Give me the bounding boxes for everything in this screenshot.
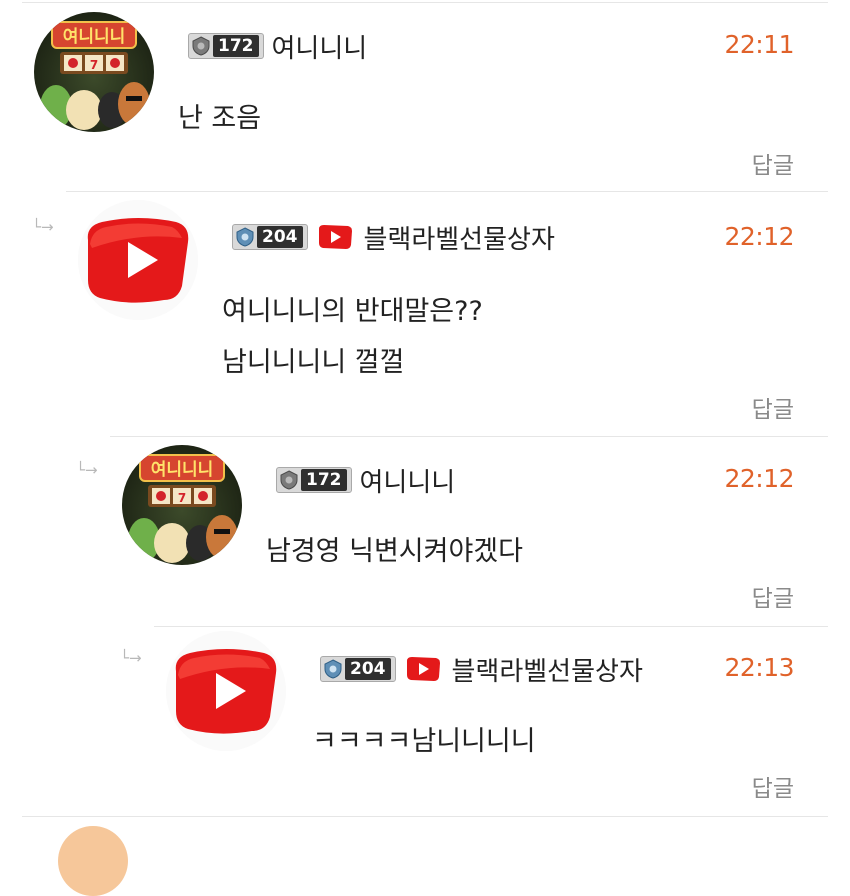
level-badge: 172 — [276, 467, 352, 493]
level-shield-icon — [189, 34, 213, 58]
level-badge: 204 — [320, 656, 396, 682]
comment-text: 여니니니의 반대말은?? — [222, 296, 483, 327]
level-badge: 204 — [232, 224, 308, 250]
reply-button[interactable]: 답글 — [752, 769, 794, 803]
level-shield-icon — [233, 225, 257, 249]
comment-header: 204 블랙라벨선물상자 — [320, 651, 643, 687]
comment-header: 204 블랙라벨선물상자 — [232, 219, 555, 255]
level-number: 172 — [301, 469, 347, 491]
level-shield-icon — [277, 468, 301, 492]
author-name[interactable]: 블랙라벨선물상자 — [364, 219, 555, 256]
reply-arrow-icon: └→ — [76, 461, 98, 479]
level-number: 172 — [213, 35, 259, 57]
avatar-logo-text: 여니니니 — [63, 27, 126, 47]
reply-button[interactable]: 답글 — [752, 579, 794, 613]
timestamp: 22:11 — [724, 30, 794, 59]
comment-text: 난 조음 — [178, 103, 262, 134]
youtube-badge-icon — [404, 655, 442, 683]
level-number: 204 — [345, 658, 391, 680]
avatar-logo-text: 여니니니 — [151, 460, 214, 480]
reply-button[interactable]: 답글 — [752, 146, 794, 180]
comment-text: ㅋㅋㅋㅋ남니니니니 — [312, 726, 536, 757]
youtube-badge-icon — [316, 223, 354, 251]
svg-text:7: 7 — [178, 491, 186, 505]
reply-button[interactable]: 답글 — [752, 390, 794, 424]
avatar[interactable] — [78, 200, 198, 320]
avatar[interactable]: 여니니니 7 — [34, 12, 154, 132]
comment-item: └→ 여니니니 7 172 여니니니 22:12 남경영 닉변시켜야겠다 답글 — [0, 437, 850, 626]
comment-header: 172 여니니니 — [188, 28, 367, 64]
timestamp: 22:13 — [724, 653, 794, 682]
author-name[interactable]: 여니니니 — [272, 28, 368, 65]
comment-item: 여니니니 7 172 여니니니 22:11 난 조음 답글 — [0, 0, 850, 190]
avatar[interactable]: 여니니니 7 — [122, 445, 242, 565]
comment-text: 남경영 닉변시켜야겠다 — [266, 536, 523, 567]
svg-text:7: 7 — [90, 58, 98, 72]
comment-header: 172 여니니니 — [276, 462, 455, 498]
avatar[interactable] — [58, 826, 128, 896]
level-number: 204 — [257, 226, 303, 248]
level-shield-icon — [321, 657, 345, 681]
comment-item: └→ 204 블랙라벨선물상자 22:12 여니니니의 반대말은?? 남니니니니… — [0, 192, 850, 436]
avatar[interactable] — [166, 631, 286, 751]
author-name[interactable]: 블랙라벨선물상자 — [452, 651, 643, 688]
comment-text: 남니니니니 껄껄 — [222, 347, 405, 378]
timestamp: 22:12 — [724, 464, 794, 493]
comment-item: └→ 204 블랙라벨선물상자 22:13 ㅋㅋㅋㅋ남니니니니 답글 — [0, 627, 850, 816]
divider — [22, 816, 828, 817]
timestamp: 22:12 — [724, 222, 794, 251]
reply-arrow-icon: └→ — [32, 218, 54, 236]
author-name[interactable]: 여니니니 — [360, 462, 456, 499]
reply-arrow-icon: └→ — [120, 649, 142, 667]
level-badge: 172 — [188, 33, 264, 59]
